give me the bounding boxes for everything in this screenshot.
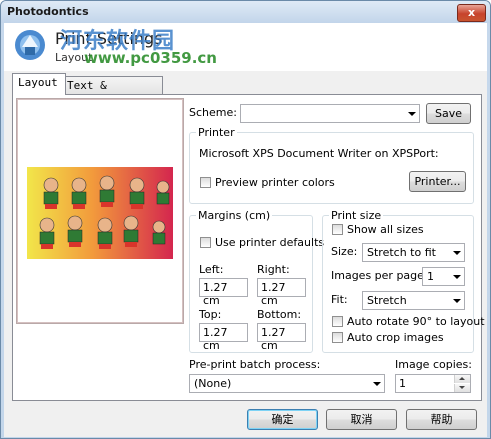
use-printer-defaults-checkbox[interactable] xyxy=(200,237,211,248)
preview-image xyxy=(27,167,173,259)
fit-value: Stretch xyxy=(367,294,407,307)
chevron-down-icon xyxy=(459,386,465,389)
printer-button[interactable]: Printer... xyxy=(409,171,466,192)
size-value: Stretch to fit xyxy=(367,246,436,259)
fit-select[interactable]: Stretch xyxy=(362,291,465,310)
save-button[interactable]: Save xyxy=(426,103,471,124)
top-margin-label: Top: xyxy=(199,308,222,321)
size-select[interactable]: Stretch to fit xyxy=(362,243,465,262)
chevron-down-icon xyxy=(453,299,461,303)
title-bar[interactable]: Photodontics x xyxy=(1,1,490,23)
chevron-down-icon xyxy=(453,251,461,255)
image-copies-label: Image copies: xyxy=(395,358,472,371)
printer-settings-icon xyxy=(15,30,45,60)
watermark-url: www.pc0359.cn xyxy=(84,49,217,67)
fit-label: Fit: xyxy=(331,293,348,306)
printer-group: Printer Microsoft XPS Document Writer on… xyxy=(189,126,474,204)
right-margin-label: Right: xyxy=(257,263,290,276)
right-margin-value: 1.27 cm xyxy=(261,281,286,307)
auto-crop-label: Auto crop images xyxy=(347,331,444,344)
pre-print-label: Pre-print batch process: xyxy=(189,358,321,371)
top-margin-value: 1.27 cm xyxy=(203,326,228,352)
window-title: Photodontics xyxy=(7,5,89,18)
left-margin-label: Left: xyxy=(199,263,224,276)
image-copies-stepper[interactable]: 1 xyxy=(395,374,471,393)
right-margin-input[interactable]: 1.27 cm xyxy=(257,278,306,307)
use-printer-defaults-label: Use printer defaults xyxy=(215,236,325,249)
help-button[interactable]: 帮助 xyxy=(406,409,477,430)
images-per-page-select[interactable]: 1 xyxy=(422,267,465,286)
print-preview xyxy=(16,98,184,324)
left-margin-input[interactable]: 1.27 cm xyxy=(199,278,248,307)
pre-print-select[interactable]: (None) xyxy=(189,374,385,393)
left-margin-value: 1.27 cm xyxy=(203,281,228,307)
margins-group-title: Margins (cm) xyxy=(196,209,273,222)
preview-colors-checkbox[interactable] xyxy=(200,177,211,188)
image-copies-value: 1 xyxy=(399,377,406,390)
dialog-body: Layout Text & Options xyxy=(4,71,487,437)
auto-rotate-checkbox[interactable] xyxy=(332,316,343,327)
ok-button[interactable]: 确定 xyxy=(247,409,318,430)
scheme-label: Scheme: xyxy=(189,106,237,119)
show-all-sizes-checkbox[interactable] xyxy=(332,224,343,235)
auto-crop-checkbox[interactable] xyxy=(332,332,343,343)
images-per-page-value: 1 xyxy=(427,270,434,283)
pre-print-value: (None) xyxy=(194,377,232,390)
spin-down-button[interactable] xyxy=(454,384,470,392)
preview-colors-label: Preview printer colors xyxy=(215,176,335,189)
size-label: Size: xyxy=(331,245,358,258)
chevron-up-icon xyxy=(459,377,465,380)
chevron-down-icon xyxy=(453,275,461,279)
printer-group-title: Printer xyxy=(196,126,237,139)
close-button[interactable]: x xyxy=(457,4,486,22)
tab-layout[interactable]: Layout xyxy=(12,73,66,95)
printer-name: Microsoft XPS Document Writer on XPSPort… xyxy=(199,147,439,160)
show-all-sizes-label: Show all sizes xyxy=(347,223,424,236)
bottom-margin-value: 1.27 cm xyxy=(261,326,286,352)
top-margin-input[interactable]: 1.27 cm xyxy=(199,323,248,352)
layout-panel: Scheme: Save Printer Microsoft XPS Docum… xyxy=(12,94,485,401)
dialog-header: Print Settings Layout 河东软件园 www.pc0359.c… xyxy=(4,23,487,71)
chevron-down-icon xyxy=(408,112,416,116)
cancel-button[interactable]: 取消 xyxy=(326,409,397,430)
margins-group: Margins (cm) Use printer defaults Left: … xyxy=(189,209,324,353)
print-size-group: Print size Show all sizes Size: Stretch … xyxy=(322,209,485,353)
tab-text-options[interactable]: Text & Options xyxy=(61,76,163,110)
chevron-down-icon xyxy=(373,382,381,386)
auto-rotate-label: Auto rotate 90° to layout xyxy=(347,315,485,328)
scheme-select[interactable] xyxy=(240,104,420,123)
print-settings-window: Photodontics x Print Settings Layout 河东软… xyxy=(0,0,491,439)
images-per-page-label: Images per page: xyxy=(331,269,428,282)
spin-up-button[interactable] xyxy=(454,375,470,383)
bottom-margin-input[interactable]: 1.27 cm xyxy=(257,323,306,352)
bottom-margin-label: Bottom: xyxy=(257,308,302,321)
print-size-group-title: Print size xyxy=(329,209,384,222)
